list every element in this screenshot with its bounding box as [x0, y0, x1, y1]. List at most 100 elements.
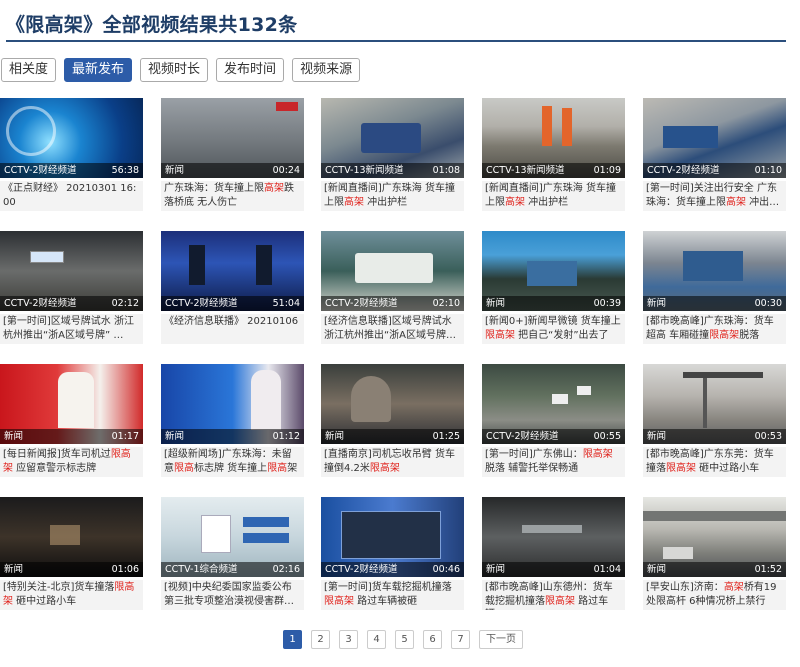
video-title-link[interactable]: [直播南京]司机忘收吊臂 货车撞倒4.2米限高架 [321, 447, 464, 477]
video-thumbnail[interactable]: CCTV-2财经频道 01:10 [643, 98, 786, 178]
video-source: CCTV-2财经频道 [4, 165, 77, 176]
video-card[interactable]: 新闻 01:17 [每日新闻报]货车司机过限高架 应留意警示标志牌 [0, 364, 143, 477]
video-title-link[interactable]: [都市晚高峰]山东德州：货车载挖掘机撞落限高架 路过车辆… [482, 580, 625, 610]
video-title-link[interactable]: 广东珠海：货车撞上限高架跌落桥底 无人伤亡 [161, 181, 304, 211]
video-card[interactable]: 新闻 01:04 [都市晚高峰]山东德州：货车载挖掘机撞落限高架 路过车辆… [482, 497, 625, 610]
video-thumbnail[interactable]: CCTV-2财经频道 51:04 [161, 231, 304, 311]
video-duration: 00:46 [432, 564, 460, 575]
video-title-link[interactable]: [第一时间]货车载挖掘机撞落限高架 路过车辆被砸 [321, 580, 464, 610]
video-title-link[interactable]: [经济信息联播]区域号牌试水 浙江杭州推出“浙A区域号牌… [321, 314, 464, 344]
video-duration: 01:12 [272, 431, 300, 442]
video-title-link[interactable]: [第一时间]关注出行安全 广东珠海：货车撞上限高架 冲出… [643, 181, 786, 211]
video-thumbnail[interactable]: 新闻 01:17 [0, 364, 143, 444]
video-duration: 00:53 [754, 431, 782, 442]
video-title-link[interactable]: 《经济信息联播》 20210106 [161, 314, 304, 344]
thumbnail-info-bar: CCTV-2财经频道 01:10 [643, 163, 786, 178]
highlighted-keyword: 限高架 [324, 595, 354, 607]
video-thumbnail[interactable]: 新闻 01:06 [0, 497, 143, 577]
sort-source-button[interactable]: 视频来源 [292, 58, 361, 82]
video-source: 新闻 [165, 165, 185, 176]
video-source: CCTV-13新闻频道 [486, 165, 565, 176]
highlighted-keyword: 限高架 [485, 329, 515, 341]
video-title-link[interactable]: [每日新闻报]货车司机过限高架 应留意警示标志牌 [0, 447, 143, 477]
video-title-link[interactable]: [超级新闻场]广东珠海：未留意限高标志牌 货车撞上限高架 [161, 447, 304, 477]
video-card[interactable]: CCTV-1综合频道 02:16 [视频]中央纪委国家监委公布第三批专项整治漠视侵害… [161, 497, 304, 610]
sort-latest-button[interactable]: 最新发布 [64, 58, 133, 82]
page-button-3[interactable]: 3 [339, 630, 358, 649]
video-source: 新闻 [4, 564, 24, 575]
video-source: 新闻 [165, 431, 185, 442]
thumbnail-info-bar: CCTV-2财经频道 02:10 [321, 296, 464, 311]
video-card[interactable]: CCTV-2财经频道 02:10 [经济信息联播]区域号牌试水 浙江杭州推出“浙A区… [321, 231, 464, 344]
page-button-7[interactable]: 7 [451, 630, 470, 649]
video-card[interactable]: CCTV-2财经频道 56:38 《正点财经》 20210301 16:00 [0, 98, 143, 211]
video-card[interactable]: CCTV-2财经频道 01:10 [第一时间]关注出行安全 广东珠海：货车撞上限高架… [643, 98, 786, 211]
video-thumbnail[interactable]: 新闻 00:30 [643, 231, 786, 311]
video-thumbnail[interactable]: 新闻 01:52 [643, 497, 786, 577]
thumbnail-info-bar: CCTV-2财经频道 00:46 [321, 562, 464, 577]
page-button-5[interactable]: 5 [395, 630, 414, 649]
thumbnail-info-bar: 新闻 01:25 [321, 429, 464, 444]
video-card[interactable]: 新闻 00:39 [新闻0+]新闻早微镜 货车撞上限高架 把自己“发射”出去了 [482, 231, 625, 344]
video-source: CCTV-2财经频道 [325, 564, 398, 575]
video-thumbnail[interactable]: CCTV-2财经频道 02:10 [321, 231, 464, 311]
video-thumbnail[interactable]: CCTV-2财经频道 00:46 [321, 497, 464, 577]
video-title-link[interactable]: [新闻直播间]广东珠海 货车撞上限高架 冲出护栏 [482, 181, 625, 211]
video-card[interactable]: CCTV-2财经频道 00:46 [第一时间]货车载挖掘机撞落限高架 路过车辆被砸 [321, 497, 464, 610]
video-thumbnail[interactable]: CCTV-13新闻频道 01:08 [321, 98, 464, 178]
video-card[interactable]: 新闻 01:12 [超级新闻场]广东珠海：未留意限高标志牌 货车撞上限高架 [161, 364, 304, 477]
video-duration: 01:06 [111, 564, 139, 575]
video-thumbnail[interactable]: CCTV-1综合频道 02:16 [161, 497, 304, 577]
video-title-link[interactable]: [第一时间]广东佛山：限高架脱落 辅警托举保畅通 [482, 447, 625, 477]
page-button-6[interactable]: 6 [423, 630, 442, 649]
video-thumbnail[interactable]: CCTV-13新闻频道 01:09 [482, 98, 625, 178]
video-title-link[interactable]: [新闻直播间]广东珠海 货车撞上限高架 冲出护栏 [321, 181, 464, 211]
video-card[interactable]: CCTV-13新闻频道 01:08 [新闻直播间]广东珠海 货车撞上限高架 冲出护栏 [321, 98, 464, 211]
video-title-link[interactable]: [特别关注-北京]货车撞落限高架 砸中过路小车 [0, 580, 143, 610]
video-card[interactable]: CCTV-2财经频道 02:12 [第一时间]区域号牌试水 浙江杭州推出“浙A区域号… [0, 231, 143, 344]
video-source: 新闻 [486, 564, 506, 575]
video-card[interactable]: 新闻 01:25 [直播南京]司机忘收吊臂 货车撞倒4.2米限高架 [321, 364, 464, 477]
video-thumbnail[interactable]: CCTV-2财经频道 02:12 [0, 231, 143, 311]
thumbnail-info-bar: CCTV-1综合频道 02:16 [161, 562, 304, 577]
video-title-link[interactable]: [都市晚高峰]广东珠海：货车超高 车厢碰撞限高架脱落 [643, 314, 786, 344]
thumbnail-info-bar: 新闻 01:04 [482, 562, 625, 577]
video-thumbnail[interactable]: CCTV-2财经频道 56:38 [0, 98, 143, 178]
page-button-1[interactable]: 1 [283, 630, 302, 649]
video-title-link[interactable]: [视频]中央纪委国家监委公布第三批专项整治漠视侵害群… [161, 580, 304, 610]
video-thumbnail[interactable]: 新闻 00:24 [161, 98, 304, 178]
highlighted-keyword: 高架 [723, 582, 744, 593]
video-thumbnail[interactable]: 新闻 00:53 [643, 364, 786, 444]
sort-relevance-button[interactable]: 相关度 [1, 58, 57, 82]
video-thumbnail[interactable]: 新闻 01:25 [321, 364, 464, 444]
video-thumbnail[interactable]: CCTV-2财经频道 00:55 [482, 364, 625, 444]
video-source: 新闻 [325, 431, 345, 442]
video-card[interactable]: CCTV-2财经频道 00:55 [第一时间]广东佛山：限高架脱落 辅警托举保畅通 [482, 364, 625, 477]
video-card[interactable]: CCTV-2财经频道 51:04 《经济信息联播》 20210106 [161, 231, 304, 344]
video-title-link[interactable]: 《正点财经》 20210301 16:00 [0, 181, 143, 211]
video-card[interactable]: 新闻 00:30 [都市晚高峰]广东珠海：货车超高 车厢碰撞限高架脱落 [643, 231, 786, 344]
video-duration: 00:55 [593, 431, 621, 442]
video-title-link[interactable]: [第一时间]区域号牌试水 浙江杭州推出“浙A区域号牌” … [0, 314, 143, 344]
video-card[interactable]: CCTV-13新闻频道 01:09 [新闻直播间]广东珠海 货车撞上限高架 冲出护栏 [482, 98, 625, 211]
page-button-4[interactable]: 4 [367, 630, 386, 649]
video-card[interactable]: 新闻 01:52 [早安山东]济南：高架桥有19处限高杆 6种情况桥上禁行 [643, 497, 786, 610]
video-duration: 56:38 [111, 165, 139, 176]
video-duration: 02:12 [111, 298, 139, 309]
video-title-link[interactable]: [早安山东]济南：高架桥有19处限高杆 6种情况桥上禁行 [643, 580, 786, 610]
video-title-link[interactable]: [都市晚高峰]广东东莞：货车撞落限高架 砸中过路小车 [643, 447, 786, 477]
sort-duration-button[interactable]: 视频时长 [140, 58, 209, 82]
video-card[interactable]: 新闻 01:06 [特别关注-北京]货车撞落限高架 砸中过路小车 [0, 497, 143, 610]
video-thumbnail[interactable]: 新闻 01:04 [482, 497, 625, 577]
page-title: 《限高架》全部视频结果共132条 [6, 14, 298, 36]
highlighted-keyword: 限高 [174, 462, 194, 474]
next-page-button[interactable]: 下一页 [479, 630, 523, 649]
video-thumbnail[interactable]: 新闻 00:39 [482, 231, 625, 311]
video-card[interactable]: 新闻 00:24 广东珠海：货车撞上限高架跌落桥底 无人伤亡 [161, 98, 304, 211]
page-button-2[interactable]: 2 [311, 630, 330, 649]
sort-publish-time-button[interactable]: 发布时间 [216, 58, 285, 82]
video-duration: 01:09 [593, 165, 621, 176]
video-card[interactable]: 新闻 00:53 [都市晚高峰]广东东莞：货车撞落限高架 砸中过路小车 [643, 364, 786, 477]
video-thumbnail[interactable]: 新闻 01:12 [161, 364, 304, 444]
video-title-link[interactable]: [新闻0+]新闻早微镜 货车撞上限高架 把自己“发射”出去了 [482, 314, 625, 344]
